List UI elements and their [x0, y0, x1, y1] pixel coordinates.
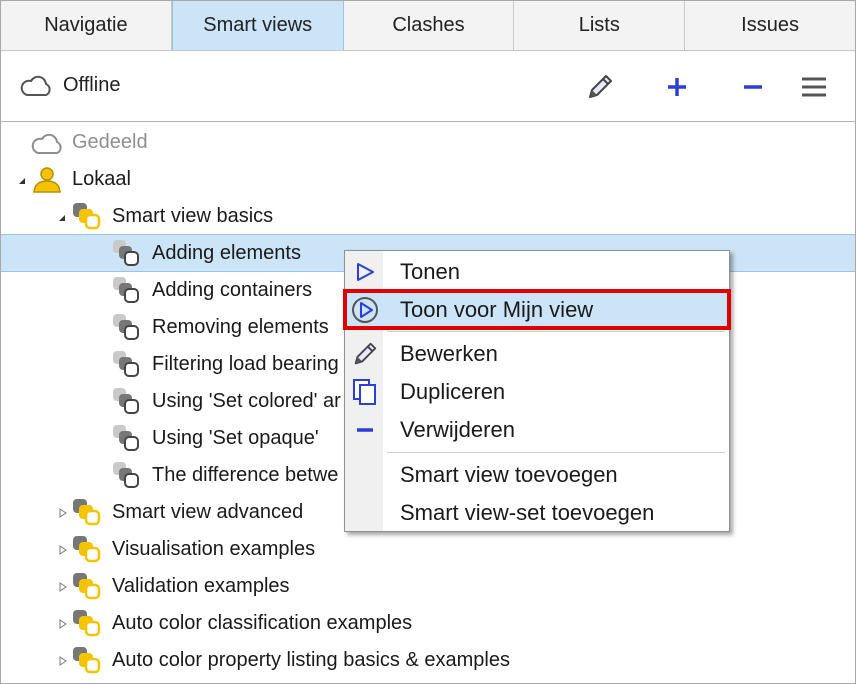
smart-view-set-icon	[73, 203, 101, 230]
smart-view-set-icon	[73, 499, 101, 526]
menu-item-label: Smart view-set toevoegen	[400, 499, 655, 525]
tree-node-validation-examples[interactable]: Validation examples	[1, 568, 855, 605]
tree-node-auto-color-classification[interactable]: Auto color classification examples	[1, 605, 855, 642]
expanded-arrow-icon[interactable]	[57, 213, 67, 223]
tree-node-label: Validation examples	[112, 575, 290, 597]
tab-navigatie[interactable]: Navigatie	[1, 1, 172, 50]
collapsed-arrow-icon[interactable]	[58, 619, 68, 629]
smart-view-icon	[113, 351, 139, 377]
tree-node-label: Adding containers	[152, 279, 313, 301]
tree-node-label: Using 'Set colored' ar	[152, 390, 341, 412]
menu-item-bewerken[interactable]: Bewerken	[345, 335, 729, 372]
smart-view-icon	[113, 388, 139, 414]
menu-button[interactable]	[798, 71, 830, 103]
tree-node-auto-color-property-listing[interactable]: Auto color property listing basics & exa…	[1, 642, 855, 679]
tree-node-label: Gedeeld	[72, 131, 148, 153]
tab-bar: Navigatie Smart views Clashes Lists Issu…	[1, 1, 855, 51]
collapsed-arrow-icon[interactable]	[58, 656, 68, 666]
tree-node-label: Filtering load bearing	[152, 353, 339, 375]
minus-icon	[351, 416, 379, 444]
tree-node-label: Auto color property listing basics & exa…	[112, 649, 510, 671]
menu-item-label: Smart view toevoegen	[400, 461, 618, 487]
copy-icon	[351, 378, 379, 406]
expanded-arrow-icon[interactable]	[17, 176, 27, 186]
minus-icon	[744, 85, 762, 89]
menu-item-label: Bewerken	[400, 340, 498, 366]
tab-clashes[interactable]: Clashes	[343, 1, 515, 50]
toolbar: Offline	[1, 51, 855, 122]
smart-view-set-icon	[73, 573, 101, 600]
menu-item-tonen[interactable]: Tonen	[345, 253, 729, 290]
smart-view-set-icon	[73, 647, 101, 674]
smart-view-icon	[113, 425, 139, 451]
menu-item-toon-voor-mijn-view[interactable]: Toon voor Mijn view	[343, 289, 731, 330]
smart-view-set-icon	[73, 610, 101, 637]
tree-node-label: Removing elements	[152, 316, 329, 338]
menu-item-dupliceren[interactable]: Dupliceren	[345, 373, 729, 410]
menu-item-label: Toon voor Mijn view	[400, 296, 594, 322]
smart-view-icon	[113, 277, 139, 303]
plus-icon	[668, 78, 686, 96]
menu-separator	[387, 331, 725, 332]
tree-node-label: Smart view basics	[112, 205, 274, 227]
status-label: Offline	[63, 74, 121, 96]
menu-item-smart-view-toevoegen[interactable]: Smart view toevoegen	[345, 456, 729, 493]
collapsed-arrow-icon[interactable]	[58, 582, 68, 592]
tree-node-label: The difference betwe	[152, 464, 339, 486]
menu-item-label: Verwijderen	[400, 416, 515, 442]
menu-separator	[387, 452, 725, 453]
smart-view-icon	[113, 314, 139, 340]
add-button[interactable]	[661, 71, 693, 103]
tab-issues[interactable]: Issues	[685, 1, 855, 50]
menu-item-label: Tonen	[400, 258, 460, 284]
play-icon	[351, 258, 379, 286]
tree-node-lokaal[interactable]: Lokaal	[1, 161, 855, 198]
tree-node-label: Using 'Set opaque'	[152, 427, 319, 449]
user-icon	[33, 167, 61, 193]
menu-item-smart-view-set-toevoegen[interactable]: Smart view-set toevoegen	[345, 494, 729, 531]
connection-status: Offline	[19, 74, 120, 97]
pencil-icon	[351, 340, 379, 368]
tab-smart-views[interactable]: Smart views	[171, 1, 344, 50]
collapsed-arrow-icon[interactable]	[58, 508, 68, 518]
tree-node-label: Adding elements	[152, 241, 301, 264]
smart-view-icon	[113, 462, 139, 488]
edit-button[interactable]	[584, 71, 616, 103]
tree-node-label: Visualisation examples	[112, 538, 316, 560]
context-menu: Tonen Toon voor Mijn view Bewerken Dupli…	[343, 250, 731, 532]
tree-node-smart-view-basics[interactable]: Smart view basics	[1, 198, 855, 235]
remove-button[interactable]	[737, 71, 769, 103]
tree-node-label: Lokaal	[72, 168, 131, 190]
cloud-icon	[20, 75, 51, 96]
tab-lists[interactable]: Lists	[514, 1, 686, 50]
smart-view-set-icon	[73, 536, 101, 563]
smart-view-icon	[113, 240, 139, 266]
tree-node-gedeeld[interactable]: Gedeeld	[1, 124, 855, 161]
play-circle-icon	[351, 296, 379, 324]
collapsed-arrow-icon[interactable]	[58, 545, 68, 555]
hamburger-icon	[802, 77, 826, 97]
menu-item-verwijderen[interactable]: Verwijderen	[345, 411, 729, 448]
tree-node-label: Auto color classification examples	[112, 612, 413, 634]
menu-item-label: Dupliceren	[400, 378, 506, 404]
smart-views-panel: Navigatie Smart views Clashes Lists Issu…	[0, 0, 856, 684]
tree-node-visualisation-examples[interactable]: Visualisation examples	[1, 531, 855, 568]
pencil-icon	[589, 75, 612, 98]
tree-node-label: Smart view advanced	[112, 501, 304, 523]
cloud-icon	[31, 133, 62, 154]
